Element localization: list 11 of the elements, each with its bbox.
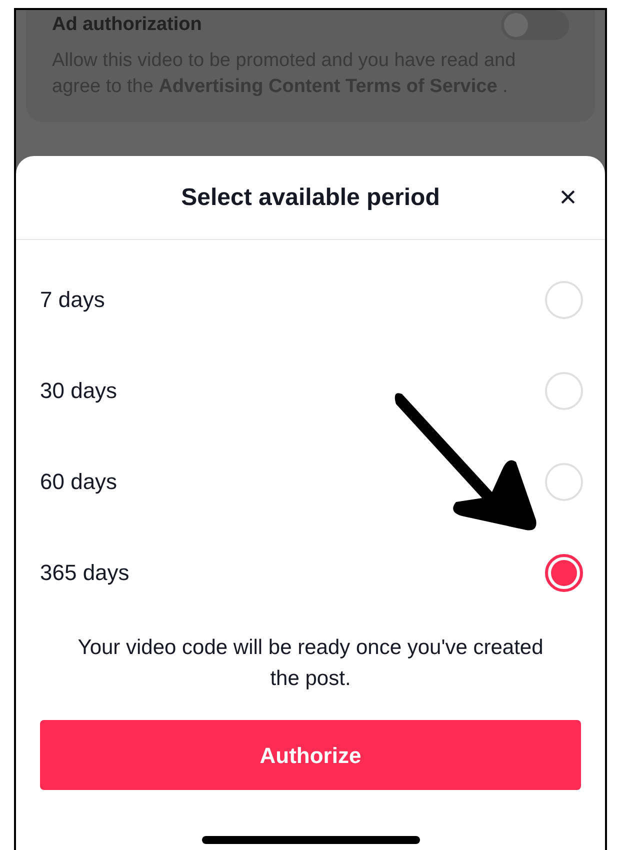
period-option[interactable]: 60 days xyxy=(16,436,605,527)
close-button[interactable]: × xyxy=(553,182,583,212)
authorize-button[interactable]: Authorize xyxy=(40,720,581,790)
period-option[interactable]: 365 days xyxy=(16,527,605,618)
sheet-title: Select available period xyxy=(180,182,441,212)
info-text: Your video code will be ready once you've created the post. xyxy=(76,635,544,692)
toggle-switch[interactable] xyxy=(501,10,569,40)
radio-button[interactable] xyxy=(545,554,583,592)
setting-title: Ad authorization xyxy=(52,12,202,37)
period-option[interactable]: 30 days xyxy=(16,345,605,436)
period-option[interactable]: 7 days xyxy=(16,254,605,345)
